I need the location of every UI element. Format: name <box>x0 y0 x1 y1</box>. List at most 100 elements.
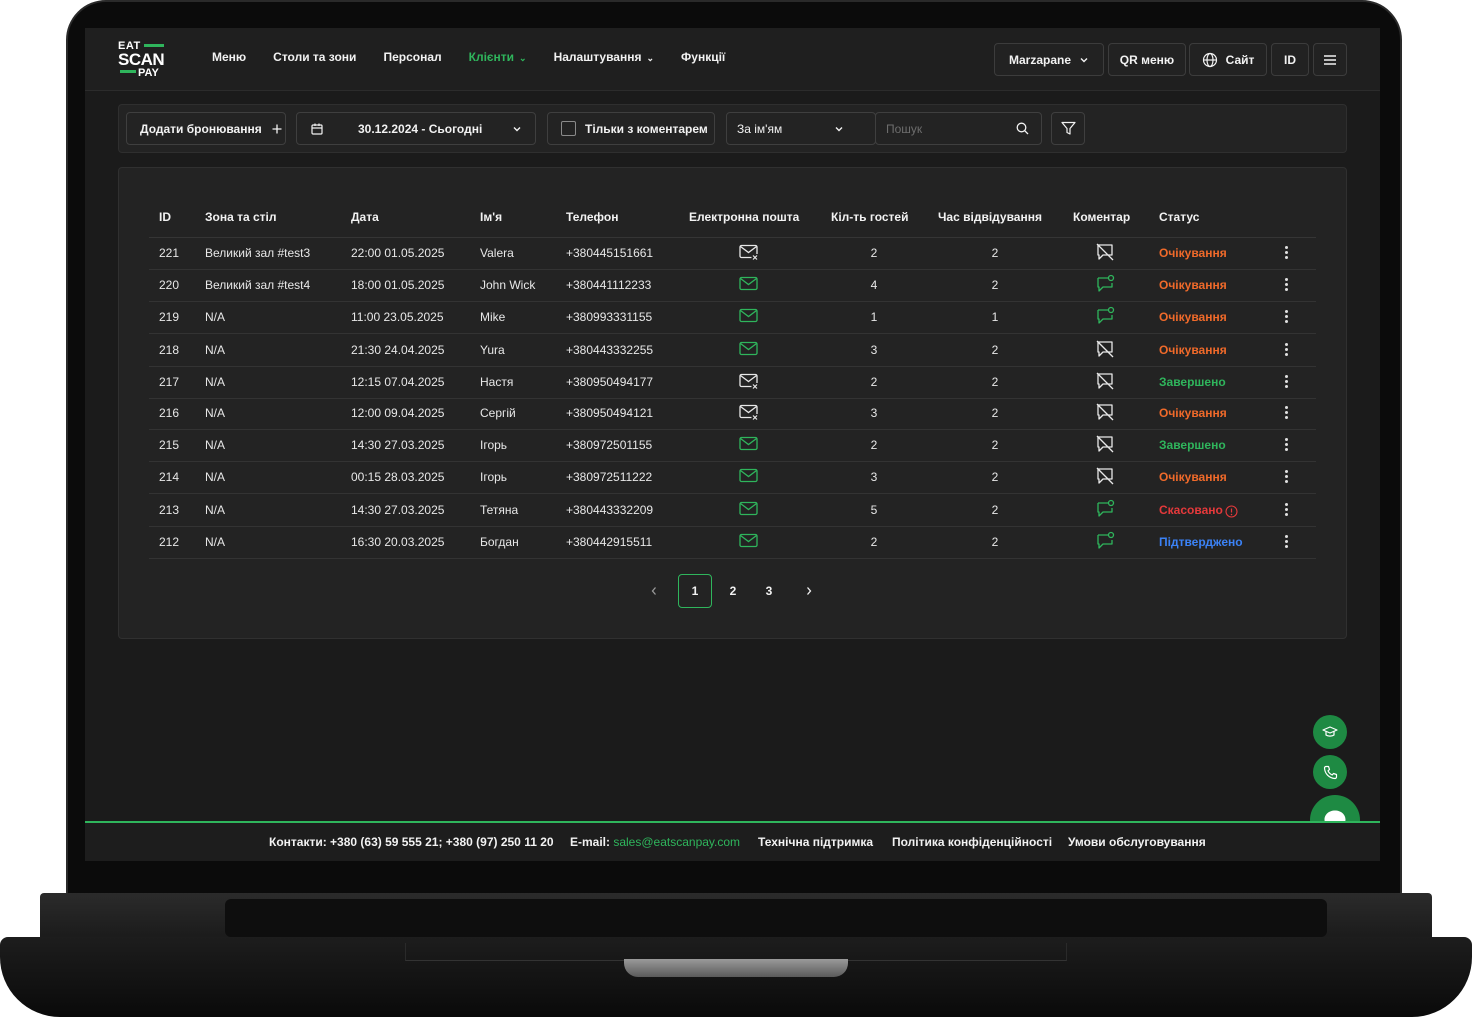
search-field[interactable] <box>875 112 1042 145</box>
row-actions-icon[interactable] <box>1285 436 1289 453</box>
footer-terms-link[interactable]: Умови обслуговування <box>1068 835 1206 849</box>
mail-off-icon <box>739 244 759 265</box>
search-by-select[interactable]: За ім'ям <box>726 112 876 145</box>
comment-icon[interactable] <box>1095 499 1115 524</box>
search-input[interactable] <box>886 121 1016 136</box>
plus-icon <box>272 124 282 133</box>
comment-off-icon[interactable] <box>1095 466 1115 491</box>
email-link[interactable]: sales@eatscanpay.com <box>613 835 740 849</box>
footer-support-link[interactable]: Технічна підтримка <box>758 835 873 849</box>
call-button[interactable] <box>1313 755 1347 789</box>
table-row[interactable]: 219 N/A 11:00 23.05.2025 Mike +380993331155 1… <box>149 302 1316 334</box>
qr-menu-button[interactable]: QR меню <box>1108 43 1186 76</box>
table-row[interactable]: 220 Великий зал #test4 18:00 01.05.2025 Joh… <box>149 270 1316 302</box>
cell-guests: 2 <box>870 535 878 549</box>
cell-date: 18:00 01.05.2025 <box>351 278 445 292</box>
chevron-down-icon: ⌄ <box>646 53 655 63</box>
cell-zone: N/A <box>205 535 226 549</box>
col-comment[interactable]: Коментар <box>1073 210 1130 224</box>
tutorial-button[interactable] <box>1313 715 1347 749</box>
comment-off-icon[interactable] <box>1095 242 1115 267</box>
row-actions-icon[interactable] <box>1285 276 1289 293</box>
only-with-comment-checkbox[interactable]: Тільки з коментарем <box>547 112 715 145</box>
cell-date: 12:15 07.04.2025 <box>351 375 445 389</box>
comment-icon[interactable] <box>1095 274 1115 299</box>
table-row[interactable]: 217 N/A 12:15 07.04.2025 Настя +380950494177… <box>149 367 1316 399</box>
row-actions-icon[interactable] <box>1285 533 1289 550</box>
row-actions-icon[interactable] <box>1285 341 1289 358</box>
nav-tables[interactable]: Столи та зони <box>273 50 356 64</box>
footer-privacy-link[interactable]: Політика конфіденційності <box>892 835 1052 849</box>
table-row[interactable]: 212 N/A 16:30 20.03.2025 Богдан +38044291551… <box>149 527 1316 559</box>
nav-functions[interactable]: Функції <box>681 50 725 64</box>
id-button[interactable]: ID <box>1271 43 1309 76</box>
table-row[interactable]: 213 N/A 14:30 27.03.2025 Тетяна +38044333220… <box>149 495 1316 527</box>
cell-name: John Wick <box>480 278 536 292</box>
info-icon[interactable] <box>1225 505 1238 518</box>
row-actions-icon[interactable] <box>1285 244 1289 261</box>
chevron-left-icon <box>651 587 656 595</box>
table-row[interactable]: 218 N/A 21:30 24.04.2025 Yura +380443332255 3… <box>149 335 1316 367</box>
table-row[interactable]: 215 N/A 14:30 27.03.2025 Ігорь +380972501155… <box>149 430 1316 462</box>
col-guests[interactable]: Кіл-ть гостей <box>831 210 908 224</box>
col-phone[interactable]: Телефон <box>566 210 618 224</box>
status-badge: Очікування <box>1159 343 1227 357</box>
cell-zone: N/A <box>205 438 226 452</box>
col-visit-time[interactable]: Час відвідування <box>938 210 1042 224</box>
col-email[interactable]: Електронна пошта <box>689 210 799 224</box>
cell-id: 220 <box>159 278 180 292</box>
row-actions-icon[interactable] <box>1285 308 1289 325</box>
table-row[interactable]: 216 N/A 12:00 09.04.2025 Сергій +38095049412… <box>149 398 1316 430</box>
col-name[interactable]: Ім'я <box>480 210 502 224</box>
col-status[interactable]: Статус <box>1159 210 1199 224</box>
cell-phone: +380443332255 <box>566 343 654 357</box>
table-row[interactable]: 221 Великий зал #test3 22:00 01.05.2025 Val… <box>149 238 1316 270</box>
hamburger-menu-button[interactable] <box>1313 43 1347 76</box>
cell-name: Ігорь <box>480 470 508 484</box>
comment-off-icon[interactable] <box>1095 371 1115 396</box>
row-actions-icon[interactable] <box>1285 468 1289 485</box>
table-row[interactable]: 214 N/A 00:15 28.03.2025 Ігорь +380972511222… <box>149 462 1316 494</box>
cell-phone: +380443332209 <box>566 503 654 517</box>
prev-page-button[interactable] <box>637 574 671 608</box>
cell-phone: +380442915511 <box>566 535 653 549</box>
checkbox[interactable] <box>561 121 576 136</box>
cell-id: 214 <box>159 470 180 484</box>
mail-icon <box>739 501 759 522</box>
comment-icon[interactable] <box>1095 531 1115 556</box>
restaurant-select[interactable]: Marzapane <box>994 43 1104 76</box>
status-badge: Очікування <box>1159 470 1227 484</box>
comment-off-icon[interactable] <box>1095 434 1115 459</box>
date-range-picker[interactable]: 30.12.2024 - Сьогодні <box>296 112 536 145</box>
logo[interactable]: EAT SCAN PAY <box>118 40 170 80</box>
cell-zone: N/A <box>205 406 226 420</box>
page-3-button[interactable]: 3 <box>752 574 786 608</box>
comment-off-icon[interactable] <box>1095 402 1115 427</box>
page-1-button[interactable]: 1 <box>678 574 712 608</box>
page-2-button[interactable]: 2 <box>716 574 750 608</box>
row-actions-icon[interactable] <box>1285 501 1289 518</box>
search-icon[interactable] <box>1016 122 1029 135</box>
row-actions-icon[interactable] <box>1285 404 1289 421</box>
status-badge: Очікування <box>1159 278 1227 292</box>
col-id[interactable]: ID <box>159 210 171 224</box>
col-zone[interactable]: Зона та стіл <box>205 210 277 224</box>
filter-button[interactable] <box>1051 112 1085 145</box>
site-button[interactable]: Сайт <box>1189 43 1267 76</box>
next-page-button[interactable] <box>792 574 826 608</box>
cell-guests: 3 <box>870 470 878 484</box>
nav-settings[interactable]: Налаштування ⌄ <box>554 50 654 64</box>
app-screen: EAT SCAN PAY Меню Столи та зони Персонал… <box>85 28 1380 861</box>
row-actions-icon[interactable] <box>1285 373 1289 390</box>
nav-staff[interactable]: Персонал <box>383 50 441 64</box>
nav-clients[interactable]: Клієнти ⌄ <box>469 50 527 64</box>
comment-off-icon[interactable] <box>1095 339 1115 364</box>
cell-visit-time: 1 <box>991 310 999 324</box>
status-badge: Завершено <box>1159 438 1226 452</box>
cell-zone: N/A <box>205 343 226 357</box>
col-date[interactable]: Дата <box>351 210 379 224</box>
nav-menu[interactable]: Меню <box>212 50 246 64</box>
add-booking-button[interactable]: Додати бронювання <box>126 112 286 145</box>
comment-icon[interactable] <box>1095 306 1115 331</box>
status-badge: Завершено <box>1159 375 1226 389</box>
